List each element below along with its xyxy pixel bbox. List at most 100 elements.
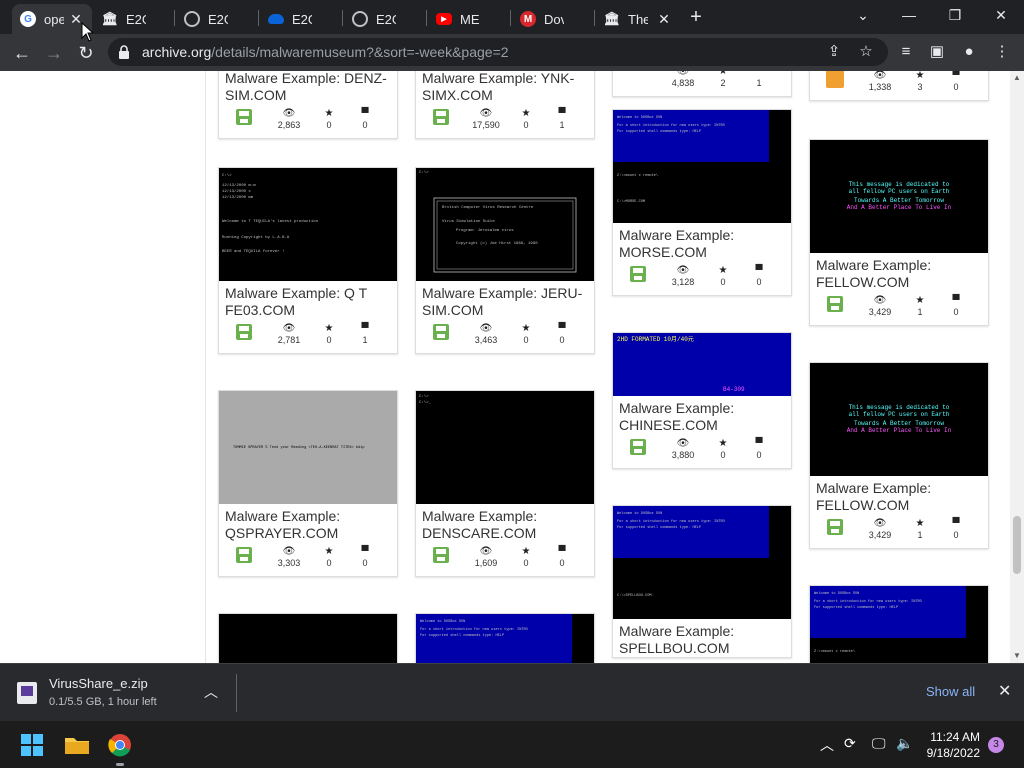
item-card[interactable]: This message is dedicated to all fellow …: [809, 139, 989, 326]
profile-icon[interactable]: ●: [959, 42, 979, 62]
tab-search-button[interactable]: ⌄: [840, 0, 886, 30]
item-card[interactable]: Welcome to DOSBox SVN For a short introd…: [612, 109, 792, 296]
volume-icon[interactable]: 🔈: [896, 735, 913, 752]
item-title[interactable]: Malware Example: QSPRAYER.COM: [219, 504, 397, 542]
side-panel-icon[interactable]: ▣: [927, 42, 947, 62]
tab-mega[interactable]: M Dov: [512, 4, 592, 34]
download-filename[interactable]: VirusShare_e.zip: [49, 676, 148, 691]
item-thumbnail[interactable]: TOMMIE SPRAYER 5 Tend your Reading <TEH-…: [219, 391, 397, 504]
bookmark-star-icon[interactable]: ☆: [856, 42, 876, 62]
item-title[interactable]: Malware Example: CHINESE.COM: [613, 396, 791, 434]
software-icon: [629, 438, 647, 456]
item-title[interactable]: Malware Example: SPELLBOU.COM: [613, 619, 791, 657]
fellow-line-1: This message is dedicated to: [849, 404, 950, 411]
page-scrollbar[interactable]: ▲ ▼: [1010, 71, 1024, 663]
item-thumbnail[interactable]: Welcome to DOSBox SVN For a short introd…: [613, 110, 791, 223]
item-card[interactable]: 👁 4,838 ★ 2 ▀ 1: [612, 71, 792, 97]
chevron-up-icon[interactable]: ︿: [204, 682, 218, 702]
dosbox-line-1: Welcome to DOSBox SVN: [814, 591, 859, 596]
item-title[interactable]: Malware Example: DENZ-SIM.COM: [219, 71, 397, 104]
close-icon[interactable]: ✕: [656, 11, 672, 28]
star-icon: ★: [718, 71, 728, 77]
item-thumbnail[interactable]: C:\>C:\>_: [416, 391, 594, 504]
tab-onedrive[interactable]: E2G: [260, 4, 340, 34]
tab-archive[interactable]: 🏛 E2G: [94, 4, 174, 34]
tab-globe[interactable]: E2G: [176, 4, 256, 34]
lock-icon: [119, 45, 129, 59]
svg-text:Z:\>mount c remote\: Z:\>mount c remote\: [814, 649, 855, 654]
item-card[interactable]: Welcome to DOSBox SVN For a short introdu…: [415, 613, 595, 663]
item-card[interactable]: Malware Example: DENZ-SIM.COM 👁 2,863 ★ 0 …: [218, 71, 398, 139]
item-thumbnail[interactable]: 2HD FORMATED 10月/40元 B4-309: [613, 333, 791, 396]
file-explorer-icon[interactable]: [61, 729, 93, 761]
scroll-up-icon[interactable]: ▲: [1013, 73, 1021, 82]
reading-list-icon[interactable]: ≡: [896, 42, 916, 62]
item-card[interactable]: [218, 613, 398, 663]
item-thumbnail[interactable]: C:\> British Computer Virus Research Cen…: [416, 168, 594, 281]
item-card[interactable]: C:\> 12/13/2000 m:m 12/13/2000 x 12/13/2…: [218, 167, 398, 354]
tab-google[interactable]: G ope ✕: [12, 4, 92, 34]
item-title[interactable]: Malware Example: FELLOW.COM: [810, 253, 988, 291]
comment-icon: ▀: [558, 323, 566, 334]
menu-icon[interactable]: ⋮: [992, 42, 1012, 62]
tab-archive-2[interactable]: 🏛 The ✕: [596, 4, 680, 34]
close-icon[interactable]: ✕: [998, 681, 1011, 701]
maximize-button[interactable]: ❐: [932, 0, 978, 30]
item-card[interactable]: TOMMIE SPRAYER 5 Tend your Reading <TEH-…: [218, 390, 398, 577]
software-icon: [826, 518, 844, 536]
comment-icon: ▀: [755, 71, 763, 77]
item-stats: 👁 1,609 ★ 0 ▀ 0: [416, 542, 594, 576]
item-thumbnail[interactable]: [219, 614, 397, 663]
tab-youtube[interactable]: ▶ ME: [428, 4, 508, 34]
comment-icon: ▀: [755, 438, 763, 449]
close-window-button[interactable]: ✕: [978, 0, 1024, 30]
item-card[interactable]: This message is dedicated to all fellow …: [809, 362, 989, 549]
item-title[interactable]: Malware Example: DENSCARE.COM: [416, 504, 594, 542]
reload-button[interactable]: ↻: [73, 40, 99, 66]
favorites-count: ★ 0: [311, 108, 347, 130]
item-card[interactable]: Malware Example: YNK-SIMX.COM 👁 17,590 ★ 0…: [415, 71, 595, 139]
share-icon[interactable]: ⇪: [824, 42, 844, 62]
item-card[interactable]: C:\> British Computer Virus Research Cen…: [415, 167, 595, 354]
item-thumbnail[interactable]: Welcome to DOSBox SVN For a short introdu…: [416, 614, 594, 663]
star-icon: ★: [324, 323, 334, 334]
new-tab-button[interactable]: +: [684, 4, 708, 30]
item-thumbnail[interactable]: C:\> 12/13/2000 m:m 12/13/2000 x 12/13/2…: [219, 168, 397, 281]
minimize-button[interactable]: —: [886, 0, 932, 30]
windows-start-icon[interactable]: [16, 729, 48, 761]
software-icon: [235, 108, 253, 126]
show-all-button[interactable]: Show all: [926, 684, 975, 699]
item-thumbnail[interactable]: This message is dedicated to all fellow …: [810, 363, 988, 476]
item-card[interactable]: Welcome to DOSBox SVN For a short introd…: [809, 585, 989, 663]
item-title[interactable]: Malware Example: Q T FE03.COM: [219, 281, 397, 319]
address-bar[interactable]: archive.org/details/malwaremuseum?&sort=…: [108, 38, 888, 66]
forward-button[interactable]: →: [41, 40, 67, 66]
item-thumbnail[interactable]: This message is dedicated to all fellow …: [810, 140, 988, 253]
notification-badge[interactable]: 3: [988, 737, 1004, 753]
clock[interactable]: 11:24 AM 9/18/2022: [918, 729, 980, 761]
tab-globe-2[interactable]: E2G: [344, 4, 424, 34]
item-thumbnail[interactable]: Welcome to DOSBox SVN For a short introd…: [613, 506, 791, 619]
item-card[interactable]: C:\> C:\>_ Malware Example: DENSCARE.COM …: [415, 390, 595, 577]
tab-separator: [258, 10, 259, 26]
item-title[interactable]: Malware Example: FELLOW.COM: [810, 476, 988, 514]
item-thumbnail[interactable]: Welcome to DOSBox SVN For a short introd…: [810, 586, 988, 663]
scrollbar-thumb[interactable]: [1013, 516, 1021, 574]
chevron-up-icon[interactable]: ︿: [820, 735, 834, 755]
favorites-count: ★ 0: [311, 546, 347, 568]
item-title[interactable]: Malware Example: JERU-SIM.COM: [416, 281, 594, 319]
network-icon[interactable]: 🖵: [872, 735, 886, 752]
back-button[interactable]: ←: [9, 40, 35, 66]
sync-icon[interactable]: ⟳: [844, 735, 856, 752]
chrome-icon[interactable]: [104, 729, 136, 766]
item-title[interactable]: Malware Example: YNK-SIMX.COM: [416, 71, 594, 104]
item-card[interactable]: 2HD FORMATED 10月/40元 B4-309 Malware Exam…: [612, 332, 792, 469]
reviews-value: 0: [953, 82, 959, 92]
item-card[interactable]: Welcome to DOSBox SVN For a short introd…: [612, 505, 792, 658]
zip-file-icon[interactable]: [17, 682, 37, 704]
item-card[interactable]: 👁 1,338 ★ 3 ▀ 0: [809, 71, 989, 101]
item-stats: 👁 3,303 ★ 0 ▀ 0: [219, 542, 397, 576]
item-title[interactable]: Malware Example: MORSE.COM: [613, 223, 791, 261]
scroll-down-icon[interactable]: ▼: [1013, 651, 1021, 660]
reviews-value: 0: [362, 120, 368, 130]
